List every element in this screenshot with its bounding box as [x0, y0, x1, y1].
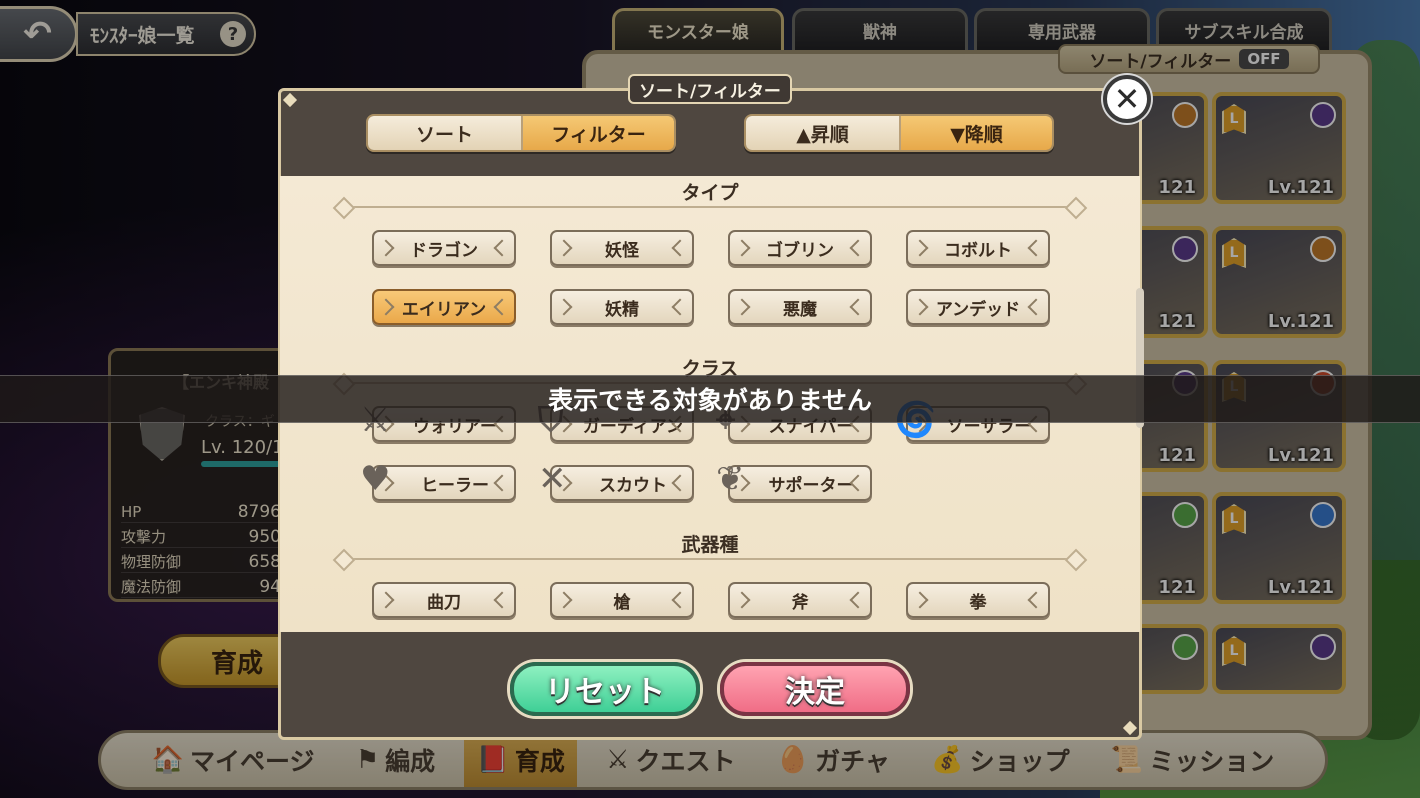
section-divider [340, 206, 1080, 208]
filter-chip[interactable]: 曲刀 [372, 582, 516, 618]
filter-chip-label: ヒーラー [421, 475, 489, 496]
filter-chip-label: 槍 [613, 592, 631, 613]
filter-chip[interactable]: 拳 [906, 582, 1050, 618]
filter-chip-label: スカウト [599, 475, 667, 496]
filter-chip[interactable]: 悪魔 [728, 289, 872, 325]
section-title-type: タイプ [681, 182, 739, 204]
filter-chip[interactable]: 斧 [728, 582, 872, 618]
modal-corner-ornament [282, 92, 298, 108]
order-toggle: ▲昇順 ▼降順 [744, 114, 1054, 152]
descending-button[interactable]: ▼降順 [899, 116, 1052, 150]
wing-icon: ❦ [716, 459, 745, 499]
filter-chip[interactable]: 妖怪 [550, 230, 694, 266]
filter-chip-label: 悪魔 [783, 299, 817, 320]
filter-chip-label: サポーター [768, 475, 854, 496]
empty-result-toast: 表示できる対象がありません [0, 375, 1420, 423]
filter-chip-label: 妖精 [605, 299, 639, 320]
filter-chip[interactable]: 妖精 [550, 289, 694, 325]
filter-chip[interactable]: 槍 [550, 582, 694, 618]
filter-chip[interactable]: エイリアン [372, 289, 516, 325]
filter-chip-label: 拳 [969, 592, 987, 613]
filter-chip-label: エイリアン [401, 299, 487, 320]
filter-chip[interactable]: ゴブリン [728, 230, 872, 266]
modal-title: ソート/フィルター [628, 74, 792, 104]
filter-mode-button[interactable]: フィルター [521, 116, 674, 150]
filter-chip-label: ドラゴン [410, 240, 478, 261]
daggers-icon: ✕ [538, 459, 567, 499]
sort-mode-button[interactable]: ソート [368, 116, 521, 150]
heart-icon: ♥ [360, 459, 391, 499]
confirm-button[interactable]: 決定 [720, 662, 910, 716]
filter-chip[interactable]: ❦ サポーター [716, 459, 872, 501]
filter-chip-label: アンデッド [935, 299, 1021, 320]
close-icon: ✕ [1113, 80, 1141, 118]
filter-chip[interactable]: ドラゴン [372, 230, 516, 266]
filter-chip-label: ゴブリン [766, 240, 834, 261]
filter-chip-label: 曲刀 [427, 592, 461, 613]
filter-chip[interactable]: アンデッド [906, 289, 1050, 325]
mode-toggle: ソート フィルター [366, 114, 676, 152]
filter-chip[interactable]: ♥ ヒーラー [360, 459, 516, 501]
section-divider [340, 558, 1080, 560]
reset-button[interactable]: リセット [510, 662, 700, 716]
filter-chip[interactable]: ✕ スカウト [538, 459, 694, 501]
filter-chip-label: 妖怪 [605, 240, 639, 261]
modal-corner-ornament [1122, 720, 1138, 736]
close-button[interactable]: ✕ [1103, 75, 1151, 123]
section-title-weapon: 武器種 [681, 534, 739, 556]
ascending-button[interactable]: ▲昇順 [746, 116, 899, 150]
filter-chip-label: コボルト [944, 240, 1012, 261]
filter-chip[interactable]: コボルト [906, 230, 1050, 266]
filter-chip-label: 斧 [791, 592, 809, 613]
